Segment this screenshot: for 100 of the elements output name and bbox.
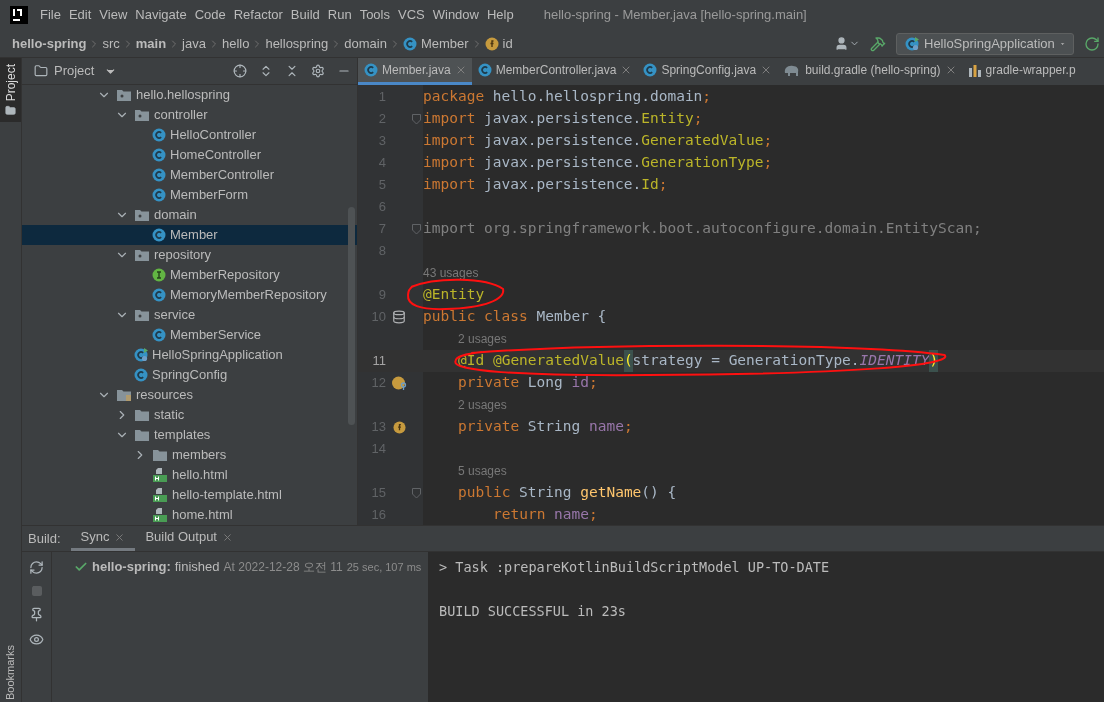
usages-hint[interactable]: 2 usages	[458, 330, 507, 348]
usages-hint[interactable]: 43 usages	[423, 264, 479, 282]
usages-hint[interactable]: 2 usages	[458, 396, 507, 414]
tree-item[interactable]: HelloSpringApplication	[22, 345, 357, 365]
breadcrumb-item[interactable]: id	[502, 33, 513, 54]
editor-tab[interactable]: build.gradle (hello-spring)	[777, 58, 962, 85]
menu-item[interactable]: Navigate	[131, 5, 191, 25]
html-file-icon	[152, 487, 168, 503]
tree-item[interactable]: Member	[22, 225, 357, 245]
menu-item[interactable]: Build	[286, 5, 324, 25]
menu-item[interactable]: Code	[190, 5, 230, 25]
scrollbar-thumb[interactable]	[348, 207, 355, 425]
build-project-name[interactable]: hello-spring:	[92, 557, 171, 577]
tree-item[interactable]: MemberService	[22, 325, 357, 345]
tree-item[interactable]: MemberForm	[22, 185, 357, 205]
menu-item[interactable]: Help	[482, 5, 518, 25]
menu-item[interactable]: File	[36, 5, 65, 25]
code-token: import org.springframework.boot.autoconfigure.domain.EntityScan;	[423, 219, 982, 239]
tree-item[interactable]: static	[22, 405, 357, 425]
code-token: strategy = GenerationType.	[632, 351, 860, 371]
breadcrumb-item[interactable]: hello-spring	[12, 33, 87, 54]
class-icon	[134, 368, 148, 382]
bookmarks-tool-tab[interactable]: Bookmarks	[0, 640, 21, 702]
code-token: ;	[658, 175, 668, 195]
sync-icon[interactable]	[29, 560, 44, 575]
close-icon[interactable]	[222, 531, 233, 543]
breadcrumb-item[interactable]: Member	[420, 33, 469, 54]
tree-item[interactable]: MemberRepository	[22, 265, 357, 285]
menu-item[interactable]: Tools	[355, 5, 394, 25]
editor-tab[interactable]: SpringConfig.java	[637, 58, 778, 85]
folder-icon[interactable]	[5, 105, 16, 117]
tree-item[interactable]: home.html	[22, 505, 357, 525]
spring-app-icon	[134, 348, 148, 362]
tree-item[interactable]: templates	[22, 425, 357, 445]
tree-item[interactable]: repository	[22, 245, 357, 265]
folder-icon	[116, 388, 132, 402]
code-token: Long	[526, 373, 564, 393]
menu-item[interactable]: View	[95, 5, 132, 25]
editor-tab[interactable]: MemberController.java	[471, 58, 638, 85]
editor-tab[interactable]: Member.java	[358, 58, 472, 85]
code-token: id	[571, 373, 589, 393]
menu-item[interactable]: Refactor	[229, 5, 287, 25]
fold-marker-icon[interactable]	[411, 487, 421, 499]
tree-item[interactable]: hello-template.html	[22, 485, 357, 505]
editor-tab[interactable]: gradle-wrapper.p	[961, 58, 1081, 85]
tree-item[interactable]: resources	[22, 385, 357, 405]
rerun-icon[interactable]	[1084, 35, 1100, 52]
folder-icon	[134, 208, 150, 222]
menu-item[interactable]: Window	[428, 5, 483, 25]
tree-item[interactable]: members	[22, 445, 357, 465]
eye-icon[interactable]	[29, 632, 44, 647]
menu-item[interactable]: VCS	[394, 5, 429, 25]
menu-item[interactable]: Edit	[64, 5, 96, 25]
tree-item[interactable]: hello.hellospring	[22, 85, 357, 105]
class-icon	[152, 148, 166, 162]
folder-icon[interactable]	[34, 64, 48, 78]
settings-icon[interactable]	[311, 64, 325, 78]
code-token: ;	[588, 373, 598, 393]
panel-title[interactable]: Project	[54, 61, 95, 81]
breadcrumb-item[interactable]: src	[102, 33, 120, 54]
code-token: ;	[763, 153, 773, 173]
usages-hint[interactable]: 5 usages	[458, 462, 507, 480]
run-config-dropdown[interactable]: HelloSpringApplication	[896, 32, 1074, 55]
account-button[interactable]	[834, 36, 860, 51]
fold-marker-icon[interactable]	[411, 113, 421, 125]
tree-item[interactable]: service	[22, 305, 357, 325]
pin-icon[interactable]	[29, 607, 44, 622]
tree-item[interactable]: HelloController	[22, 125, 357, 145]
locate-icon[interactable]	[233, 64, 247, 78]
build-tab[interactable]: Sync	[70, 526, 136, 551]
menu-item[interactable]: Run	[323, 5, 356, 25]
hammer-icon[interactable]	[870, 35, 886, 52]
folder-icon	[134, 248, 150, 262]
breadcrumb-item[interactable]: hello	[221, 33, 250, 54]
tree-item[interactable]: HomeController	[22, 145, 357, 165]
class-icon	[477, 63, 492, 77]
tree-item[interactable]: MemberController	[22, 165, 357, 185]
breadcrumb-item[interactable]: main	[135, 33, 167, 54]
database-icon[interactable]	[392, 310, 406, 324]
field-key-icon[interactable]	[391, 376, 407, 390]
breadcrumb-item[interactable]: domain	[344, 33, 387, 54]
code-token: getName	[580, 483, 642, 503]
code-token: javax.persistence.	[483, 175, 642, 195]
fold-marker-icon[interactable]	[411, 223, 421, 235]
build-tab[interactable]: Build Output	[135, 526, 243, 551]
console-line: > Task :prepareKotlinBuildScriptModel UP-TO-DATE	[439, 559, 830, 575]
project-tool-tab[interactable]: Project	[0, 58, 21, 123]
console-line: BUILD SUCCESSFUL in 23s	[439, 603, 626, 619]
tree-item[interactable]: domain	[22, 205, 357, 225]
class-icon	[364, 63, 378, 77]
tree-item[interactable]: controller	[22, 105, 357, 125]
tree-item[interactable]: SpringConfig	[22, 365, 357, 385]
collapse-all-icon[interactable]	[285, 64, 299, 78]
breadcrumb-item[interactable]: java	[182, 33, 206, 54]
tree-item[interactable]: MemoryMemberRepository	[22, 285, 357, 305]
app-logo-icon[interactable]	[10, 6, 28, 24]
close-icon[interactable]	[114, 531, 126, 543]
tree-item[interactable]: hello.html	[22, 465, 357, 485]
breadcrumb-item[interactable]: hellospring	[265, 33, 329, 54]
code-token: public	[458, 483, 511, 503]
